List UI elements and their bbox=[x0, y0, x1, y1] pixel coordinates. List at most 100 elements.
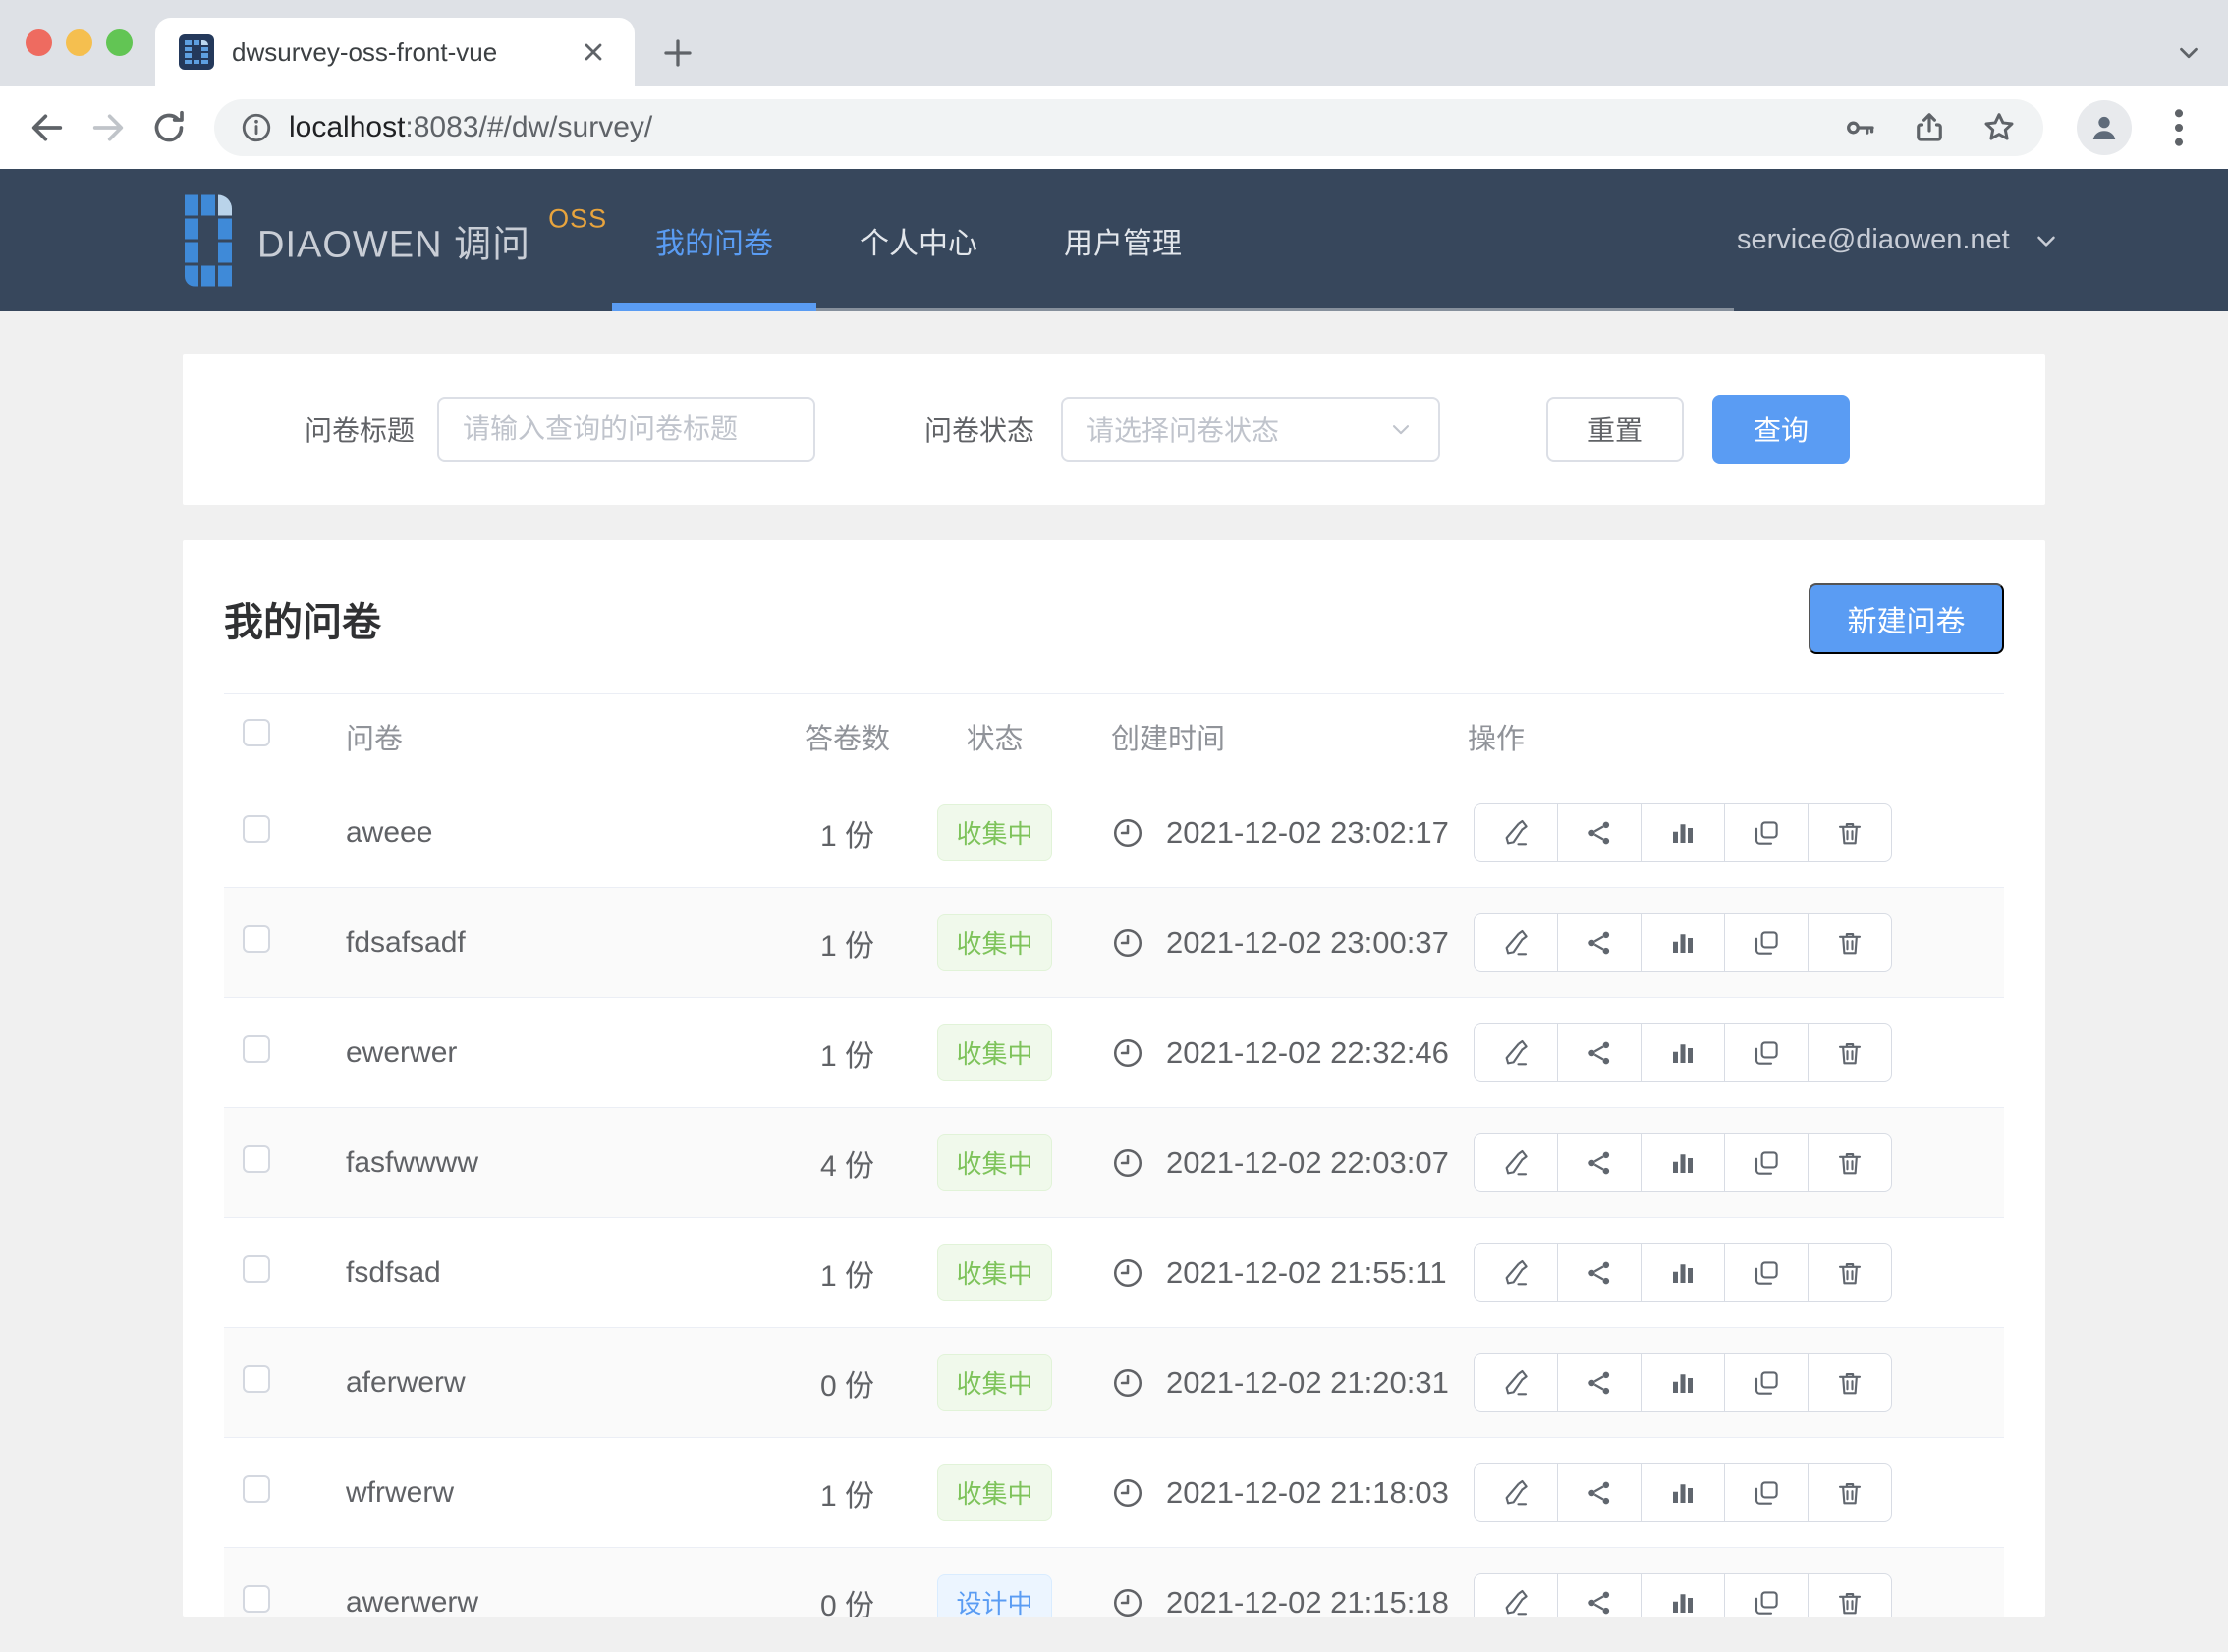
stats-button[interactable] bbox=[1641, 1133, 1725, 1192]
user-menu[interactable]: service@diaowen.net bbox=[1737, 169, 2061, 311]
window-close-button[interactable] bbox=[26, 29, 52, 56]
site-info-icon[interactable] bbox=[240, 111, 273, 144]
reload-button[interactable] bbox=[147, 106, 191, 149]
copy-icon bbox=[1752, 1368, 1781, 1398]
copy-button[interactable] bbox=[1724, 1573, 1809, 1618]
share-button[interactable] bbox=[1557, 1353, 1642, 1412]
edit-button[interactable] bbox=[1474, 803, 1558, 862]
clock-icon bbox=[1111, 926, 1144, 960]
tab-close-icon[interactable] bbox=[576, 34, 611, 70]
created-time: 2021-12-02 21:18:03 bbox=[1166, 1475, 1449, 1511]
window-zoom-button[interactable] bbox=[106, 29, 133, 56]
url-bar[interactable]: localhost:8083/#/dw/survey/ bbox=[214, 99, 2043, 156]
nav-item-user-management[interactable]: 用户管理 bbox=[1021, 169, 1225, 311]
browser-tab[interactable]: dwsurvey-oss-front-vue bbox=[155, 18, 635, 86]
nav-item-my-surveys[interactable]: 我的问卷 bbox=[612, 169, 816, 311]
col-header-created: 创建时间 bbox=[1071, 716, 1454, 757]
stats-button[interactable] bbox=[1641, 1573, 1725, 1618]
stats-button[interactable] bbox=[1641, 803, 1725, 862]
response-count: 1 份 bbox=[776, 1031, 919, 1074]
share-icon bbox=[1585, 818, 1614, 848]
share-button[interactable] bbox=[1557, 1133, 1642, 1192]
stats-button[interactable] bbox=[1641, 1353, 1725, 1412]
delete-button[interactable] bbox=[1808, 913, 1892, 972]
stats-button[interactable] bbox=[1641, 913, 1725, 972]
new-tab-button[interactable] bbox=[654, 29, 701, 77]
delete-button[interactable] bbox=[1808, 1243, 1892, 1302]
search-button[interactable]: 查询 bbox=[1712, 395, 1850, 464]
copy-button[interactable] bbox=[1724, 1243, 1809, 1302]
trash-icon bbox=[1835, 1038, 1865, 1068]
bookmark-star-icon[interactable] bbox=[1980, 109, 2018, 146]
window-minimize-button[interactable] bbox=[66, 29, 92, 56]
col-header-survey: 问卷 bbox=[327, 716, 776, 757]
stats-button[interactable] bbox=[1641, 1243, 1725, 1302]
select-all-checkbox[interactable] bbox=[243, 719, 270, 746]
share-button[interactable] bbox=[1557, 913, 1642, 972]
row-checkbox[interactable] bbox=[243, 1475, 270, 1503]
share-button[interactable] bbox=[1557, 803, 1642, 862]
stats-button[interactable] bbox=[1641, 1463, 1725, 1522]
back-button[interactable] bbox=[26, 106, 69, 149]
table-row: fsdfsad 1 份 收集中 2021-12-02 21:55:11 bbox=[224, 1218, 2004, 1328]
forward-button[interactable] bbox=[86, 106, 130, 149]
edit-button[interactable] bbox=[1474, 1133, 1558, 1192]
reset-button[interactable]: 重置 bbox=[1546, 397, 1684, 462]
delete-button[interactable] bbox=[1808, 1463, 1892, 1522]
edit-button[interactable] bbox=[1474, 913, 1558, 972]
copy-button[interactable] bbox=[1724, 1133, 1809, 1192]
edit-pencil-icon bbox=[1501, 818, 1531, 848]
row-checkbox[interactable] bbox=[243, 1255, 270, 1283]
edit-button[interactable] bbox=[1474, 1573, 1558, 1618]
delete-button[interactable] bbox=[1808, 1353, 1892, 1412]
status-badge: 设计中 bbox=[937, 1574, 1051, 1618]
share-button[interactable] bbox=[1557, 1023, 1642, 1082]
share-button[interactable] bbox=[1557, 1463, 1642, 1522]
stats-button[interactable] bbox=[1641, 1023, 1725, 1082]
copy-button[interactable] bbox=[1724, 1353, 1809, 1412]
row-actions bbox=[1474, 1573, 1892, 1618]
row-checkbox[interactable] bbox=[243, 925, 270, 953]
edit-button[interactable] bbox=[1474, 1463, 1558, 1522]
password-key-icon[interactable] bbox=[1843, 110, 1878, 145]
row-checkbox[interactable] bbox=[243, 1035, 270, 1063]
share-button[interactable] bbox=[1557, 1573, 1642, 1618]
chevron-down-icon bbox=[1387, 415, 1415, 443]
status-select[interactable]: 请选择问卷状态 bbox=[1061, 397, 1440, 462]
status-badge: 收集中 bbox=[937, 1024, 1051, 1081]
col-header-responses: 答卷数 bbox=[776, 716, 919, 757]
delete-button[interactable] bbox=[1808, 1023, 1892, 1082]
table-header: 问卷 答卷数 状态 创建时间 操作 bbox=[224, 694, 2004, 778]
table-row: ewerwer 1 份 收集中 2021-12-02 22:32:46 bbox=[224, 998, 2004, 1108]
tab-list-chevron-icon[interactable] bbox=[2167, 31, 2210, 75]
share-icon bbox=[1585, 1258, 1614, 1288]
row-checkbox[interactable] bbox=[243, 815, 270, 843]
bar-chart-icon bbox=[1668, 1148, 1698, 1178]
logo-oss-badge: OSS bbox=[548, 203, 607, 234]
row-checkbox[interactable] bbox=[243, 1585, 270, 1613]
share-button[interactable] bbox=[1557, 1243, 1642, 1302]
copy-button[interactable] bbox=[1724, 913, 1809, 972]
create-survey-button[interactable]: 新建问卷 bbox=[1809, 583, 2004, 654]
delete-button[interactable] bbox=[1808, 803, 1892, 862]
edit-button[interactable] bbox=[1474, 1243, 1558, 1302]
delete-button[interactable] bbox=[1808, 1133, 1892, 1192]
table-row: aweee 1 份 收集中 2021-12-02 23:02:17 bbox=[224, 778, 2004, 888]
delete-button[interactable] bbox=[1808, 1573, 1892, 1618]
copy-button[interactable] bbox=[1724, 803, 1809, 862]
bar-chart-icon bbox=[1668, 1478, 1698, 1508]
edit-button[interactable] bbox=[1474, 1023, 1558, 1082]
edit-button[interactable] bbox=[1474, 1353, 1558, 1412]
filter-bar: 问卷标题 问卷状态 请选择问卷状态 重置 查询 bbox=[183, 354, 2045, 505]
nav-item-profile[interactable]: 个人中心 bbox=[816, 169, 1021, 311]
row-checkbox[interactable] bbox=[243, 1365, 270, 1393]
row-checkbox[interactable] bbox=[243, 1145, 270, 1173]
clock-icon bbox=[1111, 1586, 1144, 1618]
browser-menu-icon[interactable] bbox=[2159, 106, 2199, 149]
profile-avatar[interactable] bbox=[2077, 100, 2132, 155]
share-page-icon[interactable] bbox=[1912, 110, 1947, 145]
title-search-input[interactable] bbox=[437, 397, 815, 462]
app-logo[interactable]: DIAOWEN 调问 OSS bbox=[185, 194, 607, 286]
copy-button[interactable] bbox=[1724, 1463, 1809, 1522]
copy-button[interactable] bbox=[1724, 1023, 1809, 1082]
